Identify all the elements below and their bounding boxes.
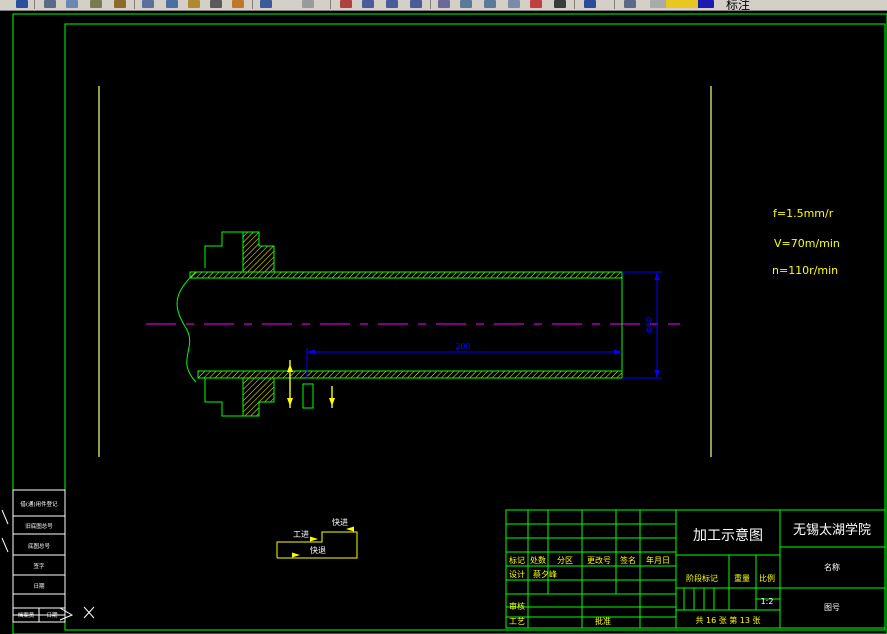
zoom-realtime-icon[interactable] xyxy=(362,0,374,8)
paste-icon[interactable] xyxy=(166,0,178,8)
lower-wall xyxy=(197,370,623,379)
cut-icon[interactable] xyxy=(114,0,126,8)
toolbar-separator xyxy=(134,0,135,9)
sheet-set-icon[interactable] xyxy=(508,0,520,8)
help-icon[interactable] xyxy=(584,0,596,8)
publish-icon[interactable] xyxy=(90,0,102,8)
school-name: 无锡太湖学院 xyxy=(793,522,871,538)
tool-arrow-up xyxy=(287,364,293,372)
cutting-tool xyxy=(302,383,314,409)
hdr-sign: 签名 xyxy=(620,555,636,565)
dim-dia-arrow-bot xyxy=(654,370,660,378)
calculator-icon[interactable] xyxy=(554,0,566,8)
stamp-row-4: 签字 xyxy=(33,562,45,570)
stamp-bottom-1: 档案员 xyxy=(18,611,35,619)
toolbar-separator xyxy=(330,0,331,9)
review-label: 审核 xyxy=(509,601,525,611)
crosshair-x xyxy=(83,606,95,619)
sheet-count: 共 16 张 第 13 张 xyxy=(695,615,760,625)
stamp-row-3: 底图总号 xyxy=(28,542,51,550)
drawing-title: 加工示意图 xyxy=(693,527,763,544)
stamp-row-2: 旧底图总号 xyxy=(25,522,53,530)
approve-label: 批准 xyxy=(595,616,611,626)
hdr-count: 处数 xyxy=(530,555,546,565)
layer-state-icons[interactable] xyxy=(650,0,714,8)
dim-dia-arrow-top xyxy=(654,272,660,280)
dim-arrow-left xyxy=(307,349,315,355)
drawing-no-label: 图号 xyxy=(824,603,840,612)
properties-icon[interactable] xyxy=(438,0,450,8)
markup-icon[interactable] xyxy=(530,0,542,8)
design-label: 设计 xyxy=(509,569,525,579)
fast-forward-label: 快进 xyxy=(332,517,348,527)
dim-arrow-right xyxy=(614,349,622,355)
preview-icon[interactable] xyxy=(66,0,78,8)
lower-chuck-jaw xyxy=(204,377,275,417)
scale-label: 比例 xyxy=(759,573,775,583)
dim-diameter-text: Φ80 xyxy=(645,317,654,333)
designer-name: 蔡夕峰 xyxy=(533,569,557,579)
save-icon[interactable] xyxy=(16,0,28,8)
upper-wall xyxy=(189,271,623,279)
param-feed: f=1.5mm/r xyxy=(773,207,834,220)
tool-arrow-down xyxy=(287,398,293,406)
weight-label: 重量 xyxy=(734,573,750,583)
undo-icon[interactable] xyxy=(260,0,272,8)
process-label: 工艺 xyxy=(509,617,525,626)
toolbar-separator xyxy=(574,0,575,9)
stamp-bottom-2: 日期 xyxy=(46,612,58,619)
stage-label: 阶段标记 xyxy=(686,573,718,583)
param-rpm: n=110r/min xyxy=(772,264,838,277)
toolbar-separator xyxy=(252,0,253,9)
scale-value: 1:2 xyxy=(761,597,774,606)
toolbar-separator xyxy=(430,0,431,9)
work-feed-label: 工进 xyxy=(293,530,309,539)
dim-length-text: 200 xyxy=(455,342,470,351)
title-block: 标记 处数 分区 更改号 签名 年月日 设计 蔡夕峰 审核 工艺 批准 加工示意… xyxy=(505,509,886,629)
motion-cycle-diagram: 工进 快进 快退 xyxy=(276,517,358,559)
layer-manager-icon[interactable] xyxy=(624,0,636,8)
toolbar-separator xyxy=(614,0,615,9)
hdr-mark: 标记 xyxy=(509,555,525,565)
copy-icon[interactable] xyxy=(142,0,154,8)
zoom-previous-icon[interactable] xyxy=(410,0,422,8)
design-center-icon[interactable] xyxy=(460,0,472,8)
stamp-row-5: 日期 xyxy=(33,583,45,590)
pan-icon[interactable] xyxy=(340,0,352,8)
redo-icon[interactable] xyxy=(302,0,314,8)
name-label: 名称 xyxy=(824,562,840,572)
hdr-change: 更改号 xyxy=(587,555,611,565)
tool-arrow-down-2 xyxy=(329,398,335,406)
param-speed: V=70m/min xyxy=(774,237,840,250)
tool-palettes-icon[interactable] xyxy=(484,0,496,8)
side-stamp-table: 借(通)用件登记 旧底图总号 底图总号 签字 日期 档案员 日期 xyxy=(12,489,66,623)
toolbar-separator xyxy=(34,0,35,9)
block-icon[interactable] xyxy=(232,0,244,8)
fast-return-label: 快退 xyxy=(310,545,326,555)
print-icon[interactable] xyxy=(44,0,56,8)
drawing-canvas[interactable]: 200 Φ80 f=1.5mm/r V=70m/min n=110r/min 工… xyxy=(0,10,887,634)
hdr-date: 年月日 xyxy=(646,555,670,565)
brush-icon[interactable] xyxy=(210,0,222,8)
stamp-row-1: 借(通)用件登记 xyxy=(20,500,58,508)
break-line xyxy=(176,271,197,383)
hdr-zone: 分区 xyxy=(557,556,573,565)
match-properties-icon[interactable] xyxy=(188,0,200,8)
zoom-window-icon[interactable] xyxy=(386,0,398,8)
upper-chuck-jaw xyxy=(204,231,275,273)
